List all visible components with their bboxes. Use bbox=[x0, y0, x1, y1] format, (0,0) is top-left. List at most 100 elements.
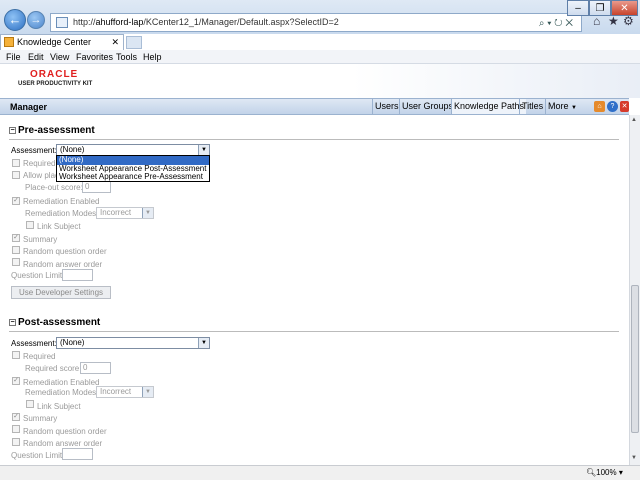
chevron-down-icon: ▼ bbox=[142, 387, 153, 397]
remediation-checkbox[interactable]: ✓ bbox=[12, 197, 20, 205]
post-assessment-select[interactable]: (None) ▼ bbox=[56, 337, 210, 349]
menu-help[interactable]: Help bbox=[143, 52, 162, 62]
zoom-icon: 🔍︎ bbox=[586, 468, 597, 477]
link-subject-checkbox[interactable] bbox=[26, 400, 34, 408]
random-answer-label: Random answer order bbox=[23, 260, 103, 269]
chevron-down-icon: ▼ bbox=[198, 338, 209, 348]
section-divider bbox=[9, 331, 619, 332]
link-subject-checkbox[interactable] bbox=[26, 221, 34, 229]
zoom-control[interactable]: 🔍︎100% ▾ bbox=[586, 468, 623, 477]
chevron-down-icon: ▼ bbox=[142, 208, 153, 218]
menu-file[interactable]: File bbox=[6, 52, 21, 62]
required-label: Required bbox=[23, 352, 56, 361]
help-icon[interactable]: ? bbox=[607, 101, 618, 112]
random-question-checkbox[interactable] bbox=[12, 246, 20, 254]
menu-tools[interactable]: Tools bbox=[116, 52, 137, 62]
random-question-label: Random question order bbox=[23, 247, 107, 256]
required-label: Required bbox=[23, 159, 56, 168]
tools-icon[interactable]: ⚙ bbox=[623, 14, 634, 28]
assessment-dropdown-list[interactable]: (None) Worksheet Appearance Post-Assessm… bbox=[56, 155, 210, 182]
nav-user-groups[interactable]: User Groups bbox=[399, 99, 455, 114]
exit-icon[interactable]: ✕ bbox=[620, 101, 629, 112]
summary-label: Summary bbox=[23, 414, 58, 423]
tab-favicon-icon bbox=[4, 37, 14, 47]
required-checkbox[interactable] bbox=[12, 351, 20, 359]
pre-assessment-heading[interactable]: − Pre-assessment bbox=[9, 125, 95, 136]
scroll-up-icon[interactable]: ▲ bbox=[631, 117, 637, 123]
browser-tab[interactable]: Knowledge Center ✕ bbox=[0, 34, 124, 50]
required-score-label: Required score: bbox=[25, 364, 82, 373]
home-icon[interactable]: ⌂ bbox=[594, 101, 605, 112]
remediation-modes-select[interactable]: Incorrect ▼ bbox=[96, 386, 154, 398]
address-bar[interactable]: http://ahufford-lap/KCenter12_1/Manager/… bbox=[50, 13, 582, 32]
address-host: ahufford-lap bbox=[95, 17, 144, 27]
tab-close-icon[interactable]: ✕ bbox=[111, 35, 119, 49]
manager-nav-bar: Manager Users User Groups Knowledge Path… bbox=[0, 98, 629, 115]
page-scrollbar[interactable]: ▲ ▼ bbox=[629, 115, 640, 465]
address-actions-icon[interactable]: ⌕ ▾ ↻ ✕ bbox=[539, 15, 573, 31]
summary-checkbox[interactable]: ✓ bbox=[12, 413, 20, 421]
oracle-logo: ORACLE bbox=[30, 69, 79, 80]
menu-favorites[interactable]: Favorites bbox=[76, 52, 113, 62]
forward-icon[interactable]: → bbox=[27, 11, 45, 29]
product-name: USER PRODUCTIVITY KIT bbox=[18, 81, 93, 87]
summary-checkbox[interactable]: ✓ bbox=[12, 234, 20, 242]
chevron-down-icon: ▼ bbox=[198, 145, 209, 155]
maximize-icon[interactable]: ❐ bbox=[589, 0, 611, 16]
favorites-icon[interactable]: ★ bbox=[608, 14, 619, 28]
scrollbar-thumb[interactable] bbox=[631, 285, 639, 433]
place-out-score-label: Place-out score: bbox=[25, 183, 83, 192]
assessment-label: Assessment: bbox=[11, 146, 57, 155]
status-bar: 🔍︎100% ▾ bbox=[0, 465, 640, 480]
browser-toolbar: ← → http://ahufford-lap/KCenter12_1/Mana… bbox=[0, 0, 640, 34]
remediation-label: Remediation Enabled bbox=[23, 378, 100, 387]
required-score-input[interactable]: 0 bbox=[80, 362, 111, 374]
question-limit-label: Question Limit: bbox=[11, 271, 65, 280]
menu-edit[interactable]: Edit bbox=[28, 52, 44, 62]
random-answer-label: Random answer order bbox=[23, 439, 103, 448]
scroll-down-icon[interactable]: ▼ bbox=[631, 455, 637, 461]
random-question-checkbox[interactable] bbox=[12, 425, 20, 433]
post-assessment-heading[interactable]: − Post-assessment bbox=[9, 317, 100, 328]
question-limit-input[interactable] bbox=[62, 448, 93, 460]
random-answer-checkbox[interactable] bbox=[12, 258, 20, 266]
address-prefix: http:// bbox=[73, 17, 96, 27]
question-limit-label: Question Limit: bbox=[11, 451, 65, 460]
close-window-icon[interactable]: ✕ bbox=[611, 0, 638, 16]
dropdown-option[interactable]: Worksheet Appearance Pre-Assessment bbox=[57, 172, 209, 182]
random-answer-checkbox[interactable] bbox=[12, 438, 20, 446]
nav-users[interactable]: Users bbox=[372, 99, 401, 114]
app-banner: ORACLE USER PRODUCTIVITY KIT bbox=[0, 64, 640, 98]
summary-label: Summary bbox=[23, 235, 58, 244]
zoom-level: 100% bbox=[596, 468, 617, 477]
remediation-modes-select[interactable]: Incorrect ▼ bbox=[96, 207, 154, 219]
required-checkbox[interactable] bbox=[12, 159, 20, 167]
tab-title: Knowledge Center bbox=[17, 37, 92, 47]
chevron-down-icon: ▾ bbox=[618, 468, 623, 477]
back-icon[interactable]: ← bbox=[4, 9, 26, 31]
allow-place-out-checkbox[interactable] bbox=[12, 171, 20, 179]
menu-view[interactable]: View bbox=[50, 52, 69, 62]
minimize-icon[interactable]: – bbox=[567, 0, 589, 16]
collapse-icon[interactable]: − bbox=[9, 319, 16, 326]
nav-more[interactable]: More ▼ bbox=[545, 99, 579, 114]
remediation-label: Remediation Enabled bbox=[23, 197, 100, 206]
link-subject-label: Link Subject bbox=[37, 402, 81, 411]
remediation-modes-label: Remediation Modes: bbox=[25, 388, 99, 397]
page-icon bbox=[56, 17, 68, 28]
remediation-modes-value: Incorrect bbox=[100, 208, 132, 217]
question-limit-input[interactable] bbox=[62, 269, 93, 281]
new-tab-button[interactable] bbox=[126, 36, 142, 49]
collapse-icon[interactable]: − bbox=[9, 127, 16, 134]
page-title: Manager bbox=[10, 102, 48, 112]
home-icon[interactable]: ⌂ bbox=[593, 14, 600, 28]
chevron-down-icon: ▼ bbox=[571, 105, 577, 111]
remediation-modes-label: Remediation Modes: bbox=[25, 209, 99, 218]
menu-bar: File Edit View Favorites Tools Help bbox=[0, 50, 640, 64]
remediation-checkbox[interactable]: ✓ bbox=[12, 377, 20, 385]
place-out-score-input[interactable]: 0 bbox=[82, 181, 111, 193]
address-path: /KCenter12_1/Manager/Default.aspx?Select… bbox=[143, 17, 339, 27]
use-developer-settings-button[interactable]: Use Developer Settings bbox=[11, 286, 111, 299]
nav-knowledge-paths[interactable]: Knowledge Paths bbox=[451, 99, 527, 114]
nav-titles[interactable]: Titles bbox=[519, 99, 545, 114]
